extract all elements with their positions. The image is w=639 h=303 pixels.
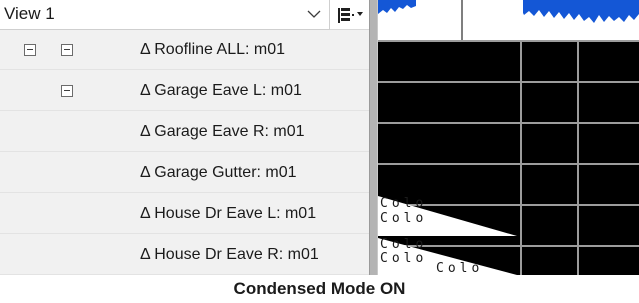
effect-label: Colo [380,196,427,211]
element-tree-panel: View 1 Δ Roofline ALL: m01 Δ Garage Eave… [0,0,369,275]
collapse-icon[interactable] [61,44,73,56]
collapse-icon[interactable] [24,44,36,56]
tree-row-label: Δ House Dr Eave R: m01 [140,246,319,263]
tree-row[interactable]: Δ Garage Eave R: m01 [0,112,369,152]
screenshot-region: View 1 Δ Roofline ALL: m01 Δ Garage Eave… [0,0,639,275]
effect-label: Colo [380,251,427,266]
collapse-icon[interactable] [61,85,73,97]
effect-label: Colo [436,261,483,275]
effect-label: Colo [380,211,427,226]
tree-row-label: Δ Roofline ALL: m01 [140,41,285,58]
view-header: View 1 [0,0,369,30]
tree-row-label: Δ Garage Eave L: m01 [140,82,302,99]
tree-row-label: Δ Garage Eave R: m01 [140,123,305,140]
sequence-grid-panel[interactable]: Colo Colo Colo Colo Colo [378,0,639,275]
effect-label: Colo [380,237,427,252]
split-layout-icon[interactable] [335,3,367,27]
chevron-down-icon[interactable] [306,6,322,22]
tree-row[interactable]: Δ House Dr Eave L: m01 [0,194,369,234]
caption: Condensed Mode ON [0,275,639,303]
effect-overlay: Colo Colo Colo Colo Colo [378,196,517,275]
view-selector-dropdown[interactable]: View 1 [0,0,330,30]
tree-row[interactable]: Δ House Dr Eave R: m01 [0,235,369,275]
tree-row-label: Δ Garage Gutter: m01 [140,164,297,181]
tree-row[interactable]: Δ Roofline ALL: m01 [0,30,369,70]
tree-row[interactable]: Δ Garage Gutter: m01 [0,153,369,193]
tree-row[interactable]: Δ Garage Eave L: m01 [0,71,369,111]
tree-row-label: Δ House Dr Eave L: m01 [140,205,317,222]
view-selector-value: View 1 [4,4,55,23]
panel-splitter[interactable] [369,0,378,275]
